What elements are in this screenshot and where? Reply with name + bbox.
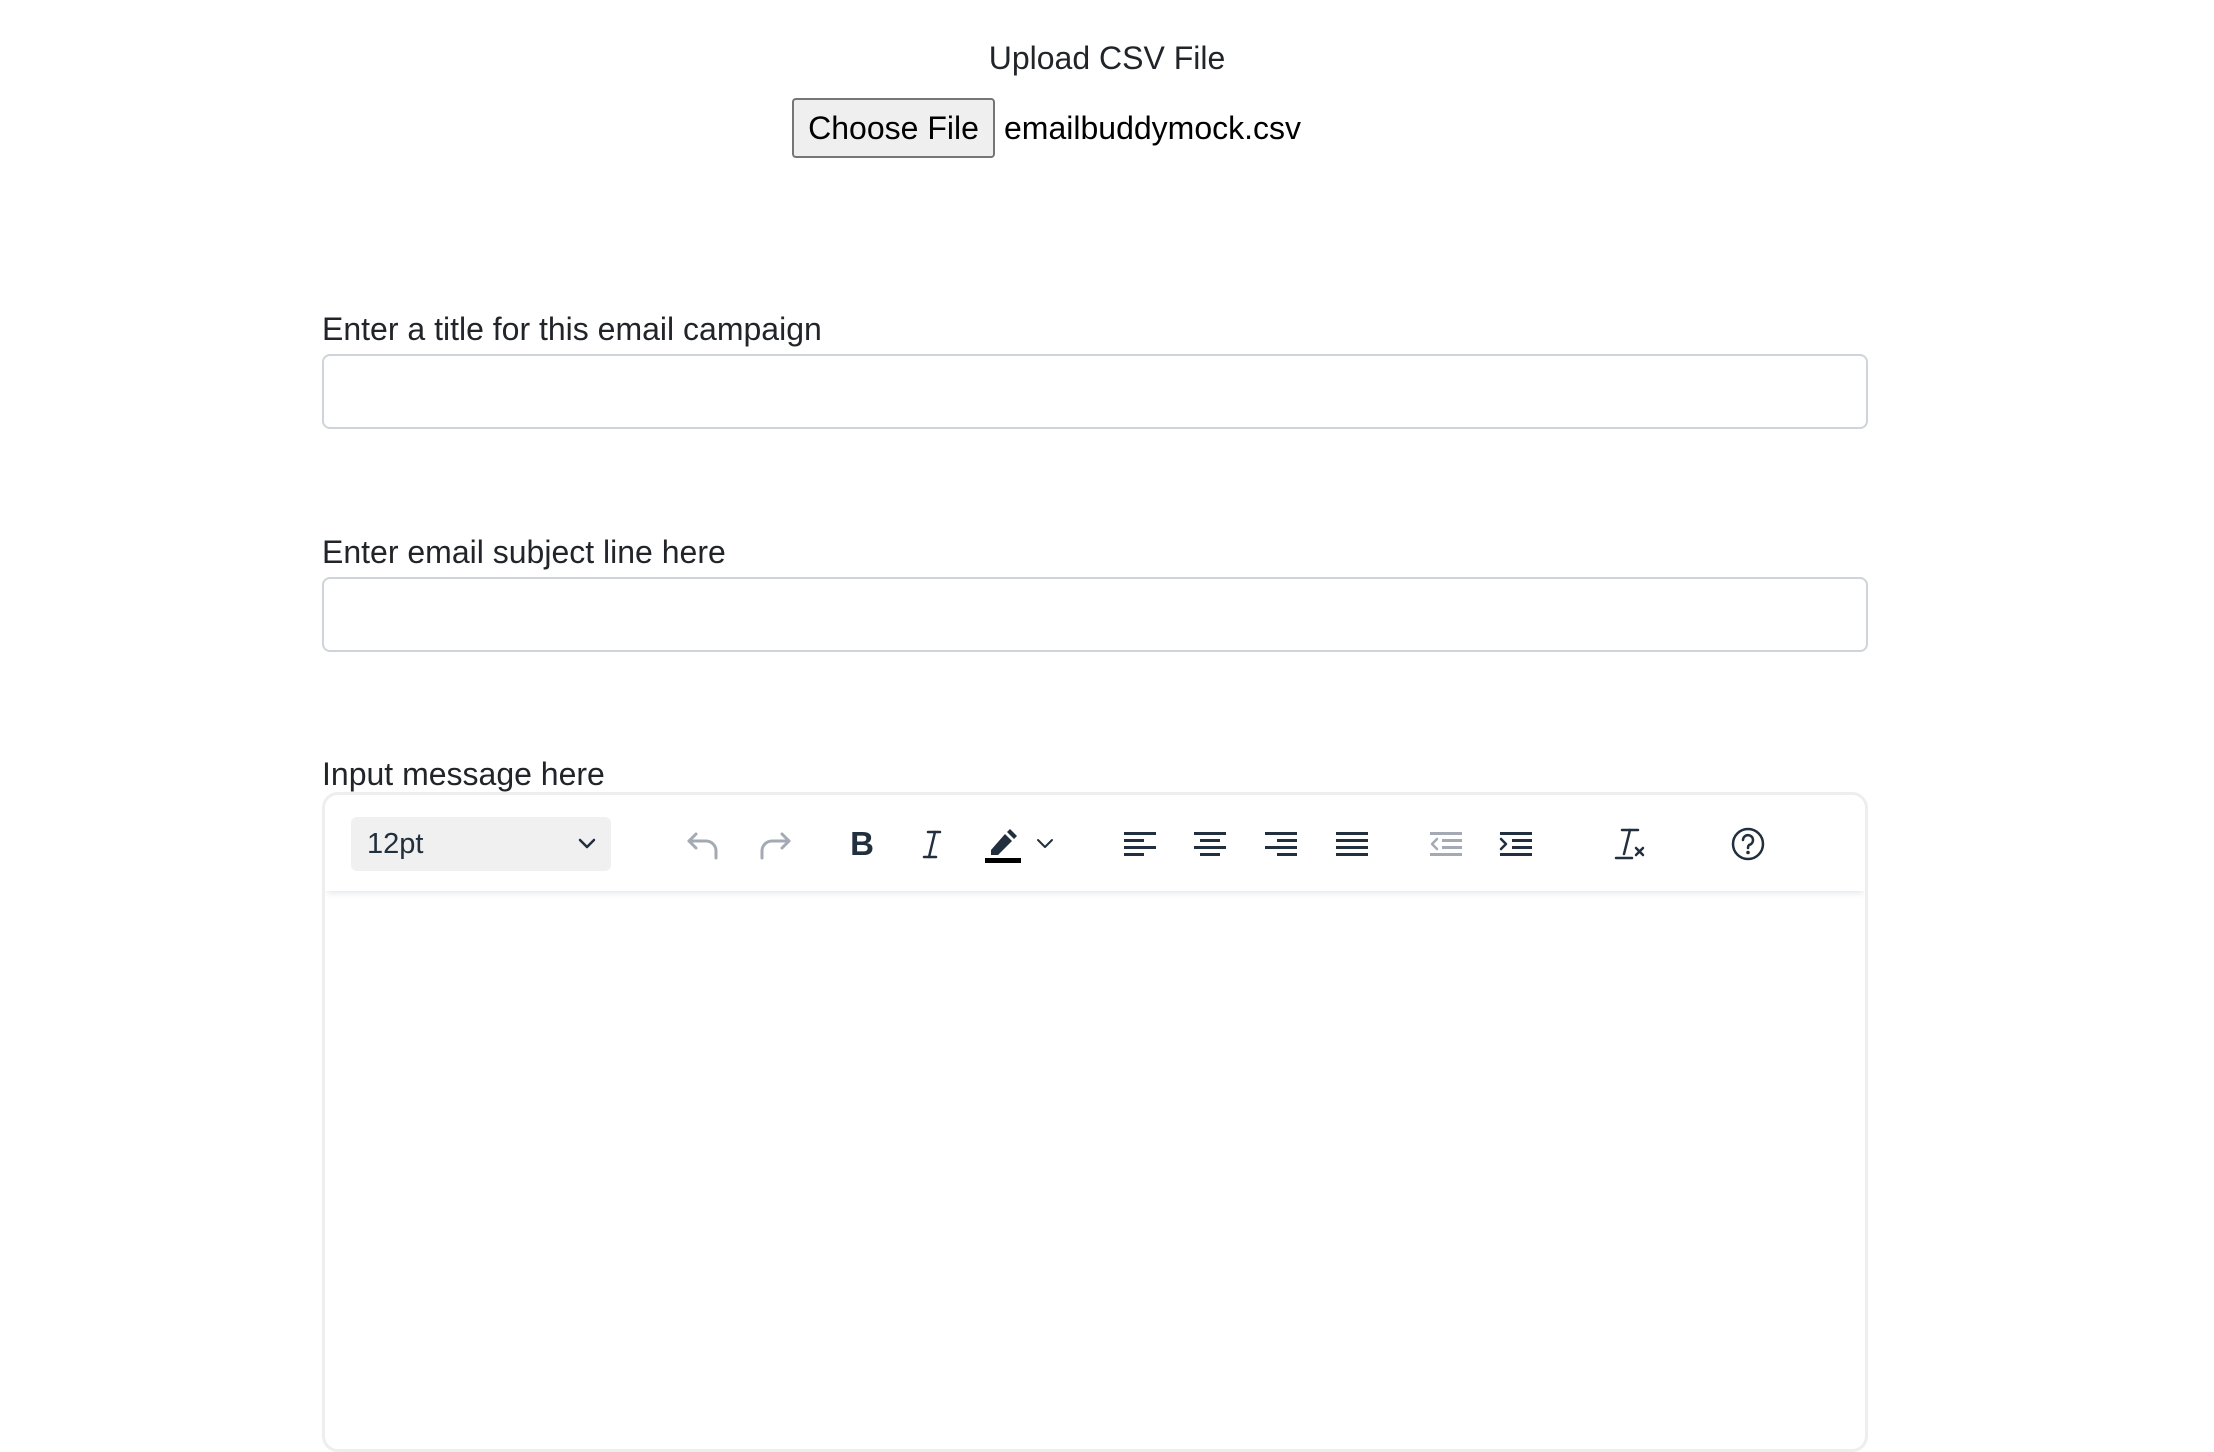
font-size-select[interactable]: 12pt: [351, 817, 611, 871]
svg-text:B: B: [850, 825, 874, 862]
chevron-down-icon: [578, 838, 596, 849]
help-button[interactable]: [1721, 817, 1775, 871]
clear-formatting-button[interactable]: [1603, 817, 1657, 871]
editor-toolbar: 12pt B: [325, 795, 1865, 891]
clear-formatting-icon: [1614, 828, 1645, 860]
highlight-color-dropdown[interactable]: [1030, 817, 1060, 871]
align-right-icon: [1265, 832, 1297, 856]
indent-button[interactable]: [1489, 817, 1543, 871]
help-icon: [1731, 827, 1765, 861]
bold-button[interactable]: B: [835, 817, 889, 871]
highlight-button[interactable]: [975, 817, 1031, 871]
outdent-icon: [1430, 832, 1462, 856]
align-center-icon: [1194, 832, 1226, 856]
message-label: Input message here: [322, 756, 605, 792]
italic-button[interactable]: [905, 817, 959, 871]
subject-label: Enter email subject line here: [322, 534, 726, 570]
message-body[interactable]: [325, 891, 1865, 1449]
highlight-icon: [985, 829, 1021, 863]
subject-field[interactable]: [322, 577, 1868, 652]
redo-button[interactable]: [747, 817, 801, 871]
upload-title: Upload CSV File: [988, 40, 1226, 76]
choose-file-button[interactable]: Choose File: [792, 98, 995, 158]
italic-icon: [922, 830, 942, 859]
redo-icon: [760, 832, 791, 860]
rich-text-editor: 12pt B: [322, 792, 1868, 1452]
bold-icon: B: [850, 825, 874, 862]
font-size-value: 12pt: [367, 827, 424, 860]
chevron-down-icon: [1037, 839, 1053, 848]
align-justify-icon: [1336, 832, 1368, 856]
align-right-button[interactable]: [1254, 817, 1308, 871]
selected-file-name: emailbuddymock.csv: [1004, 109, 1301, 146]
align-left-icon: [1124, 832, 1156, 856]
indent-icon: [1499, 832, 1532, 856]
align-left-button[interactable]: [1113, 817, 1167, 871]
undo-icon: [687, 832, 718, 860]
campaign-title-label: Enter a title for this email campaign: [322, 311, 822, 347]
campaign-title-field[interactable]: [322, 354, 1868, 429]
outdent-button[interactable]: [1419, 817, 1473, 871]
file-input[interactable]: Choose File emailbuddymock.csv: [792, 98, 1301, 158]
align-center-button[interactable]: [1183, 817, 1237, 871]
undo-button[interactable]: [677, 817, 731, 871]
align-justify-button[interactable]: [1325, 817, 1379, 871]
